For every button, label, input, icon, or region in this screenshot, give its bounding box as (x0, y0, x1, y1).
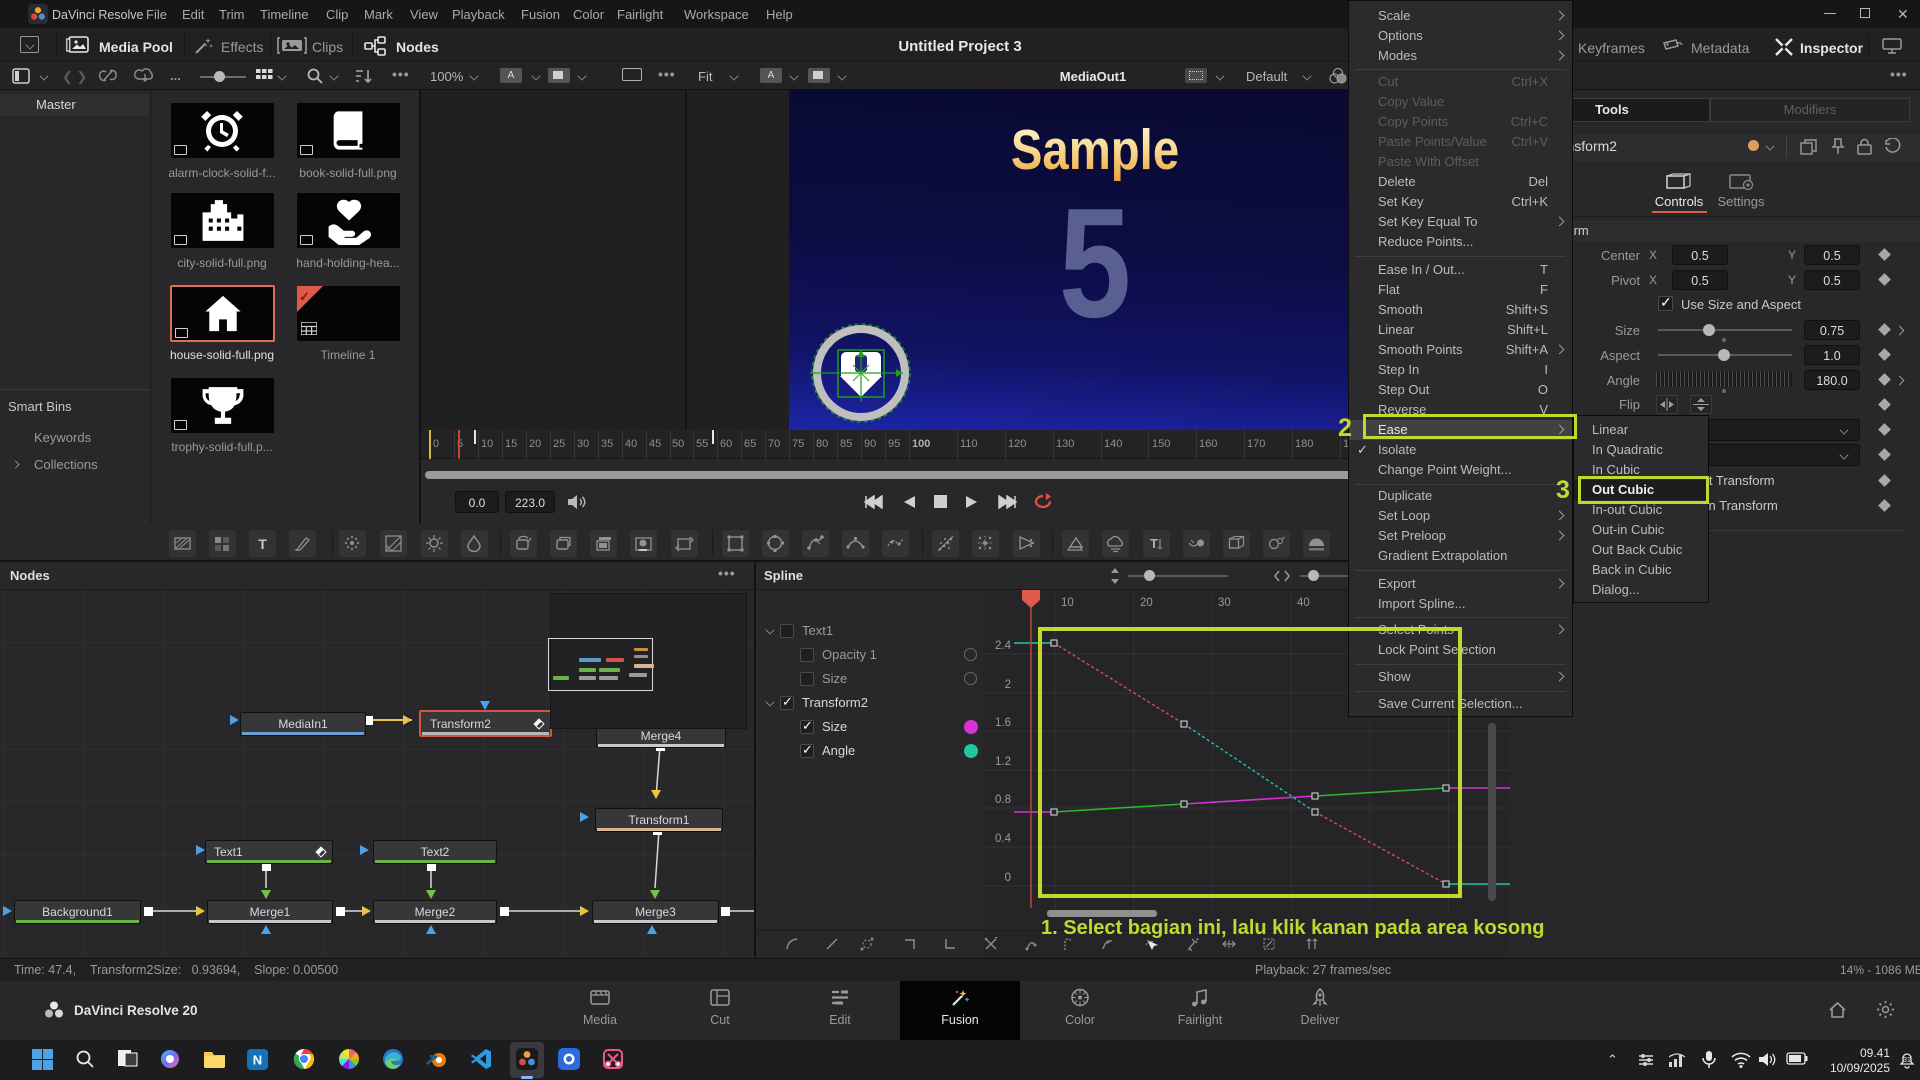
svg-text:20: 20 (1140, 597, 1153, 609)
svg-text:0.8: 0.8 (995, 794, 1011, 806)
svg-text:40: 40 (1297, 597, 1310, 609)
svg-text:0.4: 0.4 (995, 833, 1012, 845)
svg-text:2: 2 (1005, 679, 1011, 691)
svg-text:10: 10 (1061, 597, 1074, 609)
svg-text:0: 0 (1005, 872, 1011, 884)
svg-text:1.2: 1.2 (995, 756, 1011, 768)
svg-text:30: 30 (1218, 597, 1231, 609)
svg-text:31: 31 (1903, 1057, 1911, 1064)
svg-text:2.4: 2.4 (995, 640, 1012, 652)
svg-text:1.6: 1.6 (995, 717, 1011, 729)
svg-text:T: T (1150, 536, 1158, 551)
svg-text:N: N (253, 1053, 262, 1068)
svg-text:T: T (258, 536, 267, 552)
